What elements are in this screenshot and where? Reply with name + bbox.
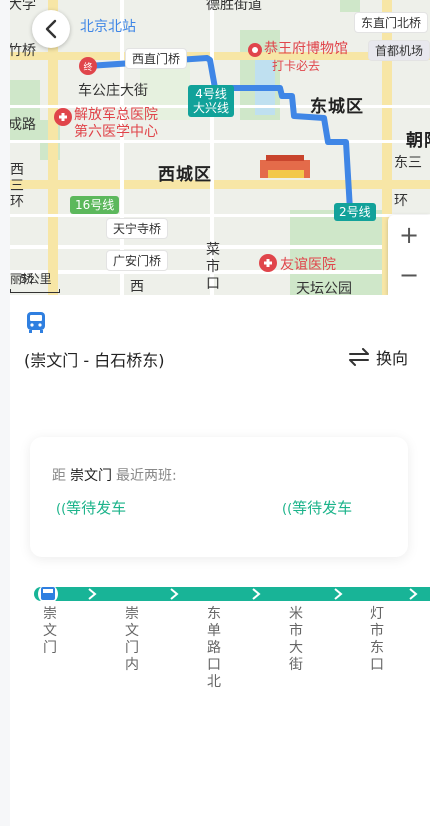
map-label-liuxue: 第六医学中心 <box>74 124 158 140</box>
reverse-direction-button[interactable]: 换向 <box>348 345 408 369</box>
signal-icon: (( <box>282 502 293 517</box>
stop-item[interactable]: 崇文门内 <box>124 606 140 674</box>
map-label-caishikou: 菜市口 <box>206 242 220 292</box>
map-scale-bar <box>10 289 60 293</box>
stop-item[interactable]: 灯市东口 <box>369 606 385 674</box>
map-label-dongcheng: 东城区 <box>310 97 364 117</box>
route-direction-title: (崇文门 - 白石桥东) <box>24 351 165 370</box>
arrival-card: 距崇文门 最近两班: ((等待发车 ((等待发车 <box>30 437 408 557</box>
map-label-xisan: 西三环 <box>10 162 24 210</box>
arrival-stop-name: 崇文门 <box>70 468 112 484</box>
metro-line2-badge: 2号线 <box>334 203 376 221</box>
map-label-dongzhimen: 东直门北桥 <box>354 12 429 33</box>
arrival-prefix: 距 <box>52 468 66 484</box>
map-label-chegongzhuang: 车公庄大街 <box>78 83 148 99</box>
direction-chevron-icon <box>88 588 97 600</box>
bus-position-icon <box>38 584 58 604</box>
signal-icon: (( <box>56 502 67 517</box>
map-scale-label: 5公里 <box>20 272 52 286</box>
map-label-youyi: 友谊医院 <box>280 257 336 273</box>
direction-chevron-icon <box>334 588 343 600</box>
map-label-capital: 首都机场 <box>368 40 430 61</box>
map-label-xi: 西 <box>130 279 144 295</box>
chevron-left-icon <box>45 19 57 39</box>
next-bus-2-status: 等待发车 <box>292 499 353 517</box>
map-label-dongsi: 东三 <box>394 155 422 171</box>
map-label-checkin: 打卡必去 <box>272 59 321 73</box>
zoom-in-button[interactable]: + <box>388 215 430 255</box>
next-bus-2: ((等待发车 <box>282 497 352 518</box>
direction-chevron-icon <box>409 588 418 600</box>
stop-item[interactable]: 米市大街 <box>288 606 304 674</box>
map-label-zhuqiao: 竹桥 <box>10 43 36 59</box>
map-label-lilu: 成路 <box>10 117 36 133</box>
map-background: 终 始 <box>10 0 430 295</box>
bus-icon <box>26 311 46 339</box>
map-label-xicheng: 西城区 <box>158 165 212 185</box>
svg-text:终: 终 <box>83 61 92 73</box>
metro-line16-badge: 16号线 <box>70 196 120 214</box>
map-label-beijing-north: 北京北站 <box>80 19 136 35</box>
map-label-xizhimen: 西直门桥 <box>125 48 188 69</box>
next-bus-1: ((等待发车 <box>56 497 126 518</box>
map-label-top-left: 大学 <box>10 0 36 13</box>
zoom-controls: + − <box>388 215 430 295</box>
arrival-suffix: 最近两班: <box>116 468 177 484</box>
bus-route-screen: 终 始 北京北站 德胜街道 东直门北桥 竹桥 大学 西直门桥 恭王府博物馆 打卡… <box>10 0 430 826</box>
reverse-label: 换向 <box>375 349 408 368</box>
back-button[interactable] <box>32 10 70 48</box>
direction-chevron-icon <box>252 588 261 600</box>
next-bus-1-status: 等待发车 <box>66 499 127 517</box>
direction-chevron-icon <box>170 588 179 600</box>
map-label-chaoyang: 朝阳 <box>406 131 430 151</box>
metro-line4-badge: 4号线 大兴线 <box>188 85 235 117</box>
stop-item[interactable]: 崇文门 <box>42 606 58 657</box>
zoom-out-button[interactable]: − <box>388 255 430 295</box>
map-label-gongwangfu: 恭王府博物馆 <box>264 41 348 57</box>
map-label-guanganmen: 广安门桥 <box>106 250 169 271</box>
map-label-deshengjie: 德胜街道 <box>206 0 262 13</box>
arrival-caption: 距崇文门 最近两班: <box>52 465 177 485</box>
route-map[interactable]: 终 始 北京北站 德胜街道 东直门北桥 竹桥 大学 西直门桥 恭王府博物馆 打卡… <box>10 0 430 295</box>
map-label-tianningsi: 天宁寺桥 <box>106 218 169 239</box>
stop-item[interactable]: 东单路口北 <box>206 606 222 691</box>
map-label-tiantan: 天坛公园 <box>296 281 352 295</box>
swap-icon <box>348 348 369 366</box>
map-label-huan: 环 <box>394 193 408 209</box>
